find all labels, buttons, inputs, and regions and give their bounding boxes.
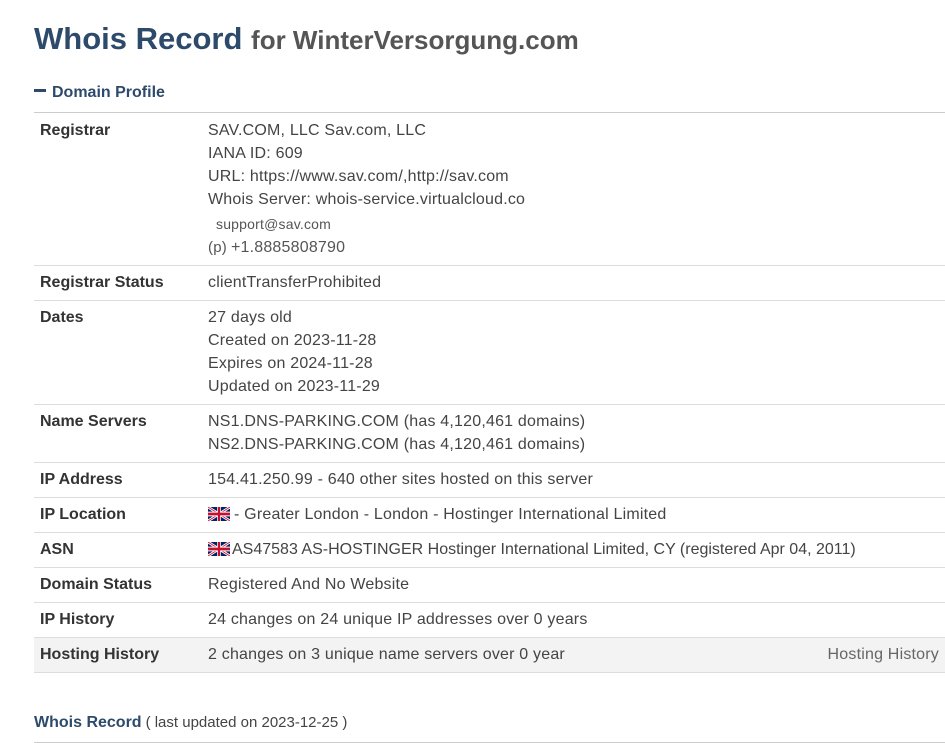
asn-value: AS47583 AS-HOSTINGER Hostinger Internati… bbox=[202, 532, 945, 568]
uk-flag-icon bbox=[208, 506, 230, 521]
ip-address-label: IP Address bbox=[34, 462, 202, 498]
row-registrar-status: Registrar Status clientTransferProhibite… bbox=[34, 265, 945, 301]
uk-flag-icon bbox=[208, 541, 230, 556]
dates-age: 27 days old bbox=[208, 309, 293, 326]
page-title: Whois Record for WinterVersorgung.com bbox=[34, 18, 579, 61]
whois-record-section: Whois Record( last updated on 2023-12-25… bbox=[34, 712, 945, 743]
page-title-main: Whois Record bbox=[34, 21, 243, 56]
domain-status-value: Registered And No Website bbox=[202, 567, 945, 603]
hosting-history-label: Hosting History bbox=[34, 637, 202, 673]
registrar-status-label: Registrar Status bbox=[34, 265, 202, 301]
registrar-status-value: clientTransferProhibited bbox=[202, 265, 945, 301]
dates-expires: Expires on 2024-11-28 bbox=[208, 355, 373, 372]
asn-label: ASN bbox=[34, 532, 202, 568]
ip-history-value: 24 changes on 24 unique IP addresses ove… bbox=[202, 602, 945, 638]
registrar-name: SAV.COM, LLC Sav.com, LLC bbox=[208, 122, 427, 139]
row-hosting-history: Hosting History 2 changes on 3 unique na… bbox=[34, 637, 945, 673]
registrar-iana: IANA ID: 609 bbox=[208, 145, 303, 162]
dates-created: Created on 2023-11-28 bbox=[208, 332, 377, 349]
whois-record-label: Whois Record bbox=[34, 714, 142, 731]
minus-icon bbox=[34, 89, 46, 93]
ip-history-label: IP History bbox=[34, 602, 202, 638]
row-ip-address: IP Address 154.41.250.99 - 640 other sit… bbox=[34, 462, 945, 498]
row-asn: ASN AS47583 AS-HOSTINGER Hostinger Inter… bbox=[34, 532, 945, 568]
hosting-history-link[interactable]: Hosting History bbox=[828, 643, 939, 666]
registrar-email: support@sav.com bbox=[216, 216, 331, 232]
name-servers-label: Name Servers bbox=[34, 404, 202, 463]
ip-location-label: IP Location bbox=[34, 497, 202, 533]
hosting-history-text: 2 changes on 3 unique name servers over … bbox=[208, 646, 565, 663]
registrar-whois-server: Whois Server: whois-service.virtualcloud… bbox=[208, 191, 526, 208]
name-server-2: NS2.DNS-PARKING.COM (has 4,120,461 domai… bbox=[208, 436, 586, 453]
row-ip-history: IP History 24 changes on 24 unique IP ad… bbox=[34, 602, 945, 638]
hosting-history-value: 2 changes on 3 unique name servers over … bbox=[202, 637, 945, 673]
registrar-url: URL: https://www.sav.com/,http://sav.com bbox=[208, 168, 509, 185]
whois-page: Whois Record for WinterVersorgung.com Do… bbox=[0, 0, 945, 743]
registrar-phone: (p) +1.8885808790 bbox=[208, 236, 939, 259]
dates-label: Dates bbox=[34, 300, 202, 405]
domain-profile-toggle[interactable]: Domain Profile bbox=[34, 82, 945, 113]
ip-address-value: 154.41.250.99 - 640 other sites hosted o… bbox=[202, 462, 945, 498]
ip-location-value: - Greater London - London - Hostinger In… bbox=[202, 497, 945, 533]
ip-location-text: - Greater London - London - Hostinger In… bbox=[234, 506, 667, 523]
name-servers-value: NS1.DNS-PARKING.COM (has 4,120,461 domai… bbox=[202, 404, 945, 463]
domain-status-label: Domain Status bbox=[34, 567, 202, 603]
row-name-servers: Name Servers NS1.DNS-PARKING.COM (has 4,… bbox=[34, 404, 945, 463]
asn-text: AS47583 AS-HOSTINGER Hostinger Internati… bbox=[232, 541, 856, 558]
registrar-value: SAV.COM, LLC Sav.com, LLC IANA ID: 609 U… bbox=[202, 114, 945, 266]
page-title-domain: for WinterVersorgung.com bbox=[251, 25, 579, 55]
whois-record-updated: ( last updated on 2023-12-25 ) bbox=[145, 714, 348, 731]
domain-profile-label: Domain Profile bbox=[52, 84, 165, 101]
domain-profile-table: Registrar SAV.COM, LLC Sav.com, LLC IANA… bbox=[34, 114, 945, 673]
phone-number: +1.8885808790 bbox=[230, 239, 346, 256]
phone-prefix: (p) bbox=[208, 239, 227, 256]
name-server-1: NS1.DNS-PARKING.COM (has 4,120,461 domai… bbox=[208, 413, 586, 430]
row-registrar: Registrar SAV.COM, LLC Sav.com, LLC IANA… bbox=[34, 114, 945, 266]
row-domain-status: Domain Status Registered And No Website bbox=[34, 567, 945, 603]
registrar-label: Registrar bbox=[34, 114, 202, 266]
row-dates: Dates 27 days old Created on 2023-11-28 … bbox=[34, 300, 945, 405]
dates-updated: Updated on 2023-11-29 bbox=[208, 378, 381, 395]
row-ip-location: IP Location - Greater London - London - … bbox=[34, 497, 945, 533]
dates-value: 27 days old Created on 2023-11-28 Expire… bbox=[202, 300, 945, 405]
